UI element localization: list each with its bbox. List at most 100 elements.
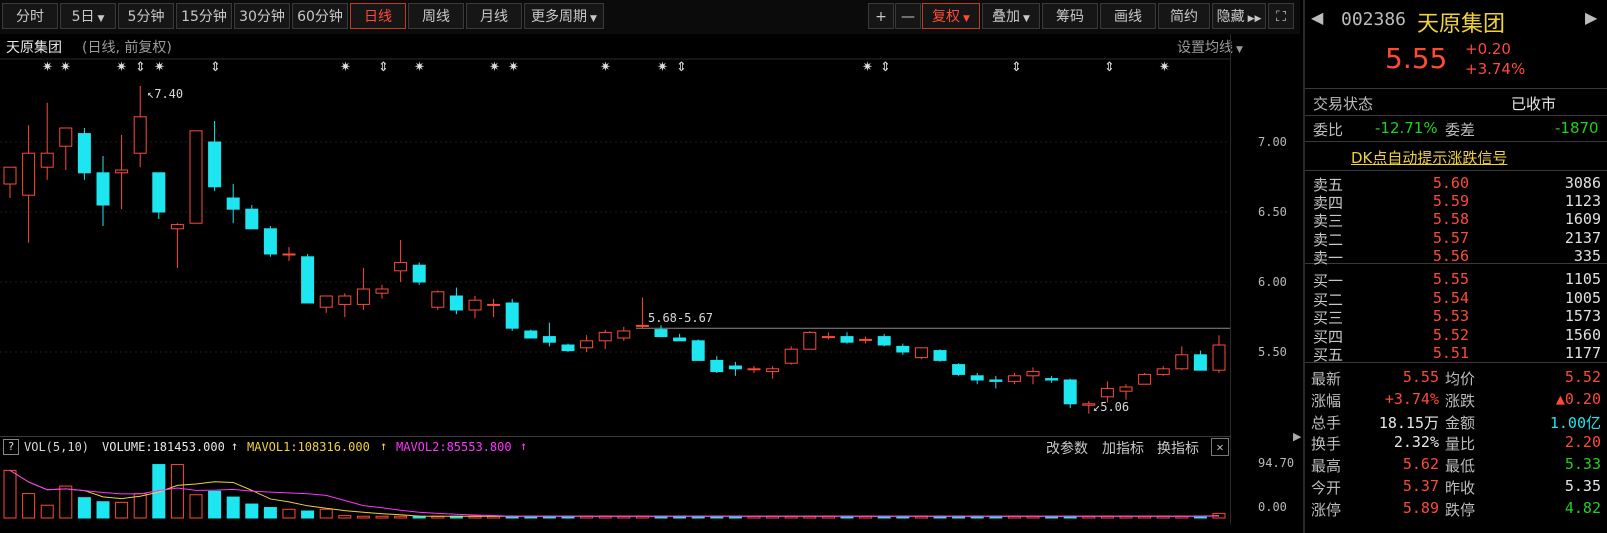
orderbook-volume: 1560 [1564, 325, 1601, 344]
chevron-down-icon: ▼ [97, 14, 105, 24]
candle-body [338, 295, 352, 305]
zoom-in-button[interactable]: + [868, 3, 894, 29]
fuquan-button[interactable]: 复权 ▼ [922, 3, 980, 29]
period-5day[interactable]: 5日 ▼ [60, 3, 116, 29]
stat-label: 金额 [1445, 413, 1476, 432]
orderbook-volume: 1105 [1564, 270, 1601, 288]
diejia-button[interactable]: 叠加 ▼ [982, 3, 1040, 29]
orderbook-price[interactable]: 5.56 [1405, 247, 1469, 265]
choumu-button[interactable]: 筹码 [1042, 3, 1098, 29]
orderbook-level-label: 买五 [1313, 346, 1344, 364]
volume-bar [3, 469, 17, 519]
trade-status-label: 交易状态 [1313, 95, 1374, 113]
period-toolbar: 分时 5日 ▼ 5分钟 15分钟 30分钟 60分钟 日线 周线 月线 更多周期 ▼… [0, 0, 1300, 34]
candle-body [524, 330, 538, 339]
stat-value: +3.74% [1384, 389, 1439, 408]
orderbook-volume: 335 [1573, 246, 1601, 265]
weibi-value: -12.71% [1375, 119, 1438, 137]
orderbook-price[interactable]: 5.51 [1405, 344, 1469, 362]
dk-signal-link[interactable]: DK点自动提示涨跌信号 [1351, 147, 1507, 168]
orderbook-price[interactable]: 5.57 [1405, 229, 1469, 247]
candle-body [77, 133, 91, 174]
candle-body [803, 331, 817, 350]
gaicanshu-button[interactable]: 改参数 [1046, 438, 1088, 458]
candle-body [542, 336, 556, 343]
candle-body [96, 172, 110, 206]
price-gridlines [0, 58, 1230, 353]
orderbook-volume: 1609 [1564, 210, 1601, 229]
weibi-label: 委比 [1313, 121, 1344, 139]
stat-value: 5.37 [1402, 477, 1439, 495]
close-icon[interactable]: ✕ [1211, 438, 1229, 456]
orderbook-price[interactable]: 5.59 [1405, 192, 1469, 210]
volume-bar [208, 490, 222, 519]
orderbook-price[interactable]: 5.55 [1405, 270, 1469, 288]
huanzhibiao-button[interactable]: 换指标 [1157, 438, 1199, 458]
volume-bar [394, 515, 408, 519]
volume-bar [319, 508, 333, 519]
orderbook-price[interactable]: 5.52 [1405, 326, 1469, 344]
candle-body [59, 127, 73, 147]
candle-body [691, 340, 705, 361]
prev-stock-icon[interactable]: ◀ [1311, 8, 1323, 27]
candle-body [728, 365, 742, 370]
period-30min[interactable]: 30分钟 [234, 3, 290, 29]
period-daily[interactable]: 日线 [350, 3, 406, 29]
candlestick-chart [0, 58, 1230, 414]
price-change-pct: +3.74% [1465, 60, 1526, 78]
orderbook-price[interactable]: 5.54 [1405, 289, 1469, 307]
orderbook-price[interactable]: 5.60 [1405, 174, 1469, 192]
stat-label: 最高 [1311, 457, 1342, 476]
zoom-out-button[interactable]: — [895, 3, 921, 29]
candle-body [282, 253, 296, 256]
volume-bar [245, 503, 259, 519]
huaxian-button[interactable]: 画线 [1100, 3, 1156, 29]
help-icon[interactable]: ? [3, 439, 19, 455]
volume-bar [301, 510, 315, 519]
candles-group [3, 86, 1226, 414]
volume-bar [375, 515, 389, 519]
candle-body [1175, 354, 1189, 370]
period-more[interactable]: 更多周期 ▼ [524, 3, 604, 29]
orderbook-price[interactable]: 5.53 [1405, 307, 1469, 325]
candle-body [654, 329, 668, 338]
candle-body [319, 295, 333, 308]
period-monthly[interactable]: 月线 [466, 3, 522, 29]
chevron-down-icon: ▼ [1023, 14, 1030, 24]
vol-indicator-name: VOL(5,10) [24, 440, 90, 454]
panel-divider [0, 436, 1230, 437]
period-15min[interactable]: 15分钟 [176, 3, 232, 29]
period-60min[interactable]: 60分钟 [292, 3, 348, 29]
period-weekly[interactable]: 周线 [408, 3, 464, 29]
stat-label: 跌停 [1445, 500, 1476, 519]
yincang-button[interactable]: 隐藏 ▶▶ [1212, 3, 1266, 29]
candle-body [747, 368, 761, 371]
collapse-panel-icon[interactable]: ▶ [1293, 430, 1301, 443]
next-stock-icon[interactable]: ▶ [1585, 8, 1597, 27]
candle-body [635, 324, 649, 327]
arrow-up-icon: ↑ [231, 439, 239, 453]
fullscreen-button[interactable]: ⛶ [1268, 3, 1294, 29]
candle-body [617, 330, 631, 339]
candle-body [3, 166, 17, 185]
candle-body [989, 379, 1003, 382]
volume-bar [115, 501, 129, 519]
jianyue-button[interactable]: 简约 [1158, 3, 1210, 29]
candle-body [840, 336, 854, 343]
orderbook-volume: 2137 [1564, 228, 1601, 247]
period-fenshi[interactable]: 分时 [2, 3, 58, 29]
candle-body [1063, 379, 1077, 405]
candle-body [1156, 368, 1170, 375]
candle-body [394, 261, 408, 272]
orderbook-price[interactable]: 5.58 [1405, 210, 1469, 228]
vol-value: VOLUME:181453.000 [102, 440, 225, 454]
volume-bar [22, 493, 36, 519]
jiazhibiao-button[interactable]: 加指标 [1102, 438, 1144, 458]
stat-label: 均价 [1445, 370, 1476, 388]
vol-tick-label: 0.00 [1258, 500, 1287, 514]
candle-body [189, 130, 203, 224]
stat-value: 1.00亿 [1549, 413, 1601, 432]
candle-body [412, 264, 426, 283]
period-5min[interactable]: 5分钟 [118, 3, 174, 29]
stat-label: 换手 [1311, 435, 1342, 454]
